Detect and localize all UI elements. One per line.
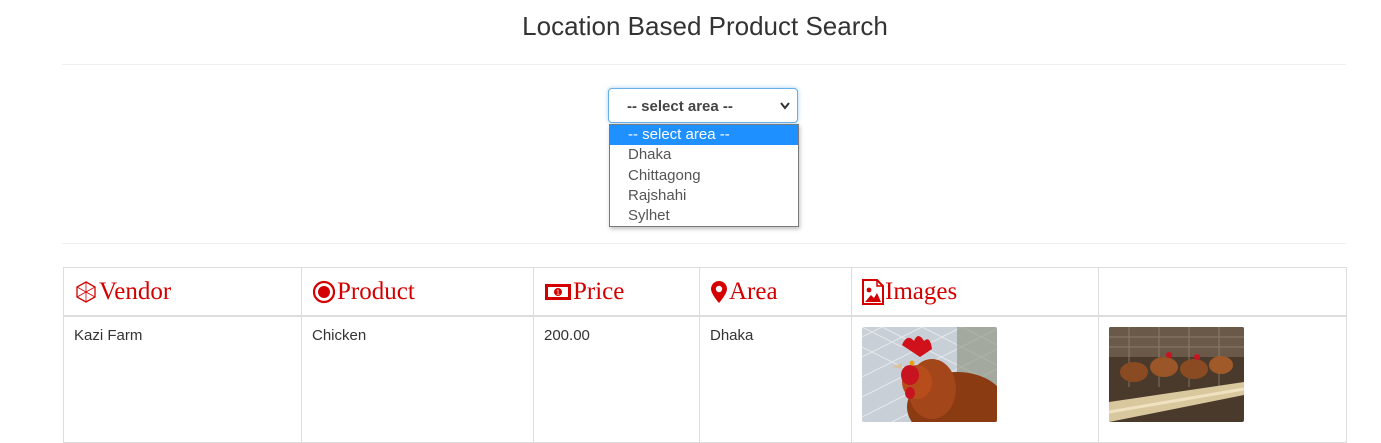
header-label: Vendor [99, 277, 172, 305]
header-label: Price [573, 277, 625, 305]
area-option[interactable]: Dhaka [610, 145, 798, 165]
header-product: Product [301, 267, 534, 317]
header-label: Area [729, 277, 778, 305]
header-label: Images [885, 277, 958, 305]
target-icon [312, 280, 336, 303]
poultry-farm-photo[interactable] [1108, 327, 1245, 422]
image-icon [862, 278, 884, 305]
cell-vendor: Kazi Farm [63, 315, 302, 443]
header-label: Product [337, 277, 415, 305]
money-icon: 1 [545, 283, 571, 300]
page-title: Location Based Product Search [522, 11, 888, 41]
map-pin-icon [711, 280, 727, 303]
cell-price: 200.00 [533, 315, 700, 443]
area-select[interactable]: -- select area -- [608, 88, 798, 123]
table-row: Kazi Farm Chicken 200.00 Dhaka [63, 315, 1347, 443]
chevron-down-icon [780, 102, 790, 110]
header-area: Area [699, 267, 852, 317]
header-price: 1 Price [533, 267, 700, 317]
product-table: Vendor Product 1 Price Area Images Kazi … [63, 267, 1347, 443]
divider [62, 243, 1346, 244]
rooster-photo[interactable] [861, 326, 1007, 442]
area-option[interactable]: -- select area -- [610, 125, 798, 146]
area-option[interactable]: Rajshahi [610, 186, 798, 206]
cell-area: Dhaka [699, 315, 852, 443]
cell-image-2 [1098, 315, 1347, 443]
area-dropdown-list[interactable]: -- select area -- Dhaka Chittagong Rajsh… [609, 124, 799, 227]
header-images: Images [851, 267, 1099, 317]
header-empty [1098, 267, 1347, 317]
area-select-value: -- select area -- [627, 98, 733, 115]
area-option[interactable]: Chittagong [610, 166, 798, 186]
cube-icon [76, 280, 96, 303]
divider [62, 64, 1346, 65]
svg-text:1: 1 [556, 289, 560, 296]
cell-product: Chicken [301, 315, 534, 443]
table-header-row: Vendor Product 1 Price Area Images [63, 267, 1347, 317]
cell-image-1 [851, 315, 1099, 443]
header-vendor: Vendor [63, 267, 302, 317]
area-option[interactable]: Sylhet [610, 206, 798, 226]
